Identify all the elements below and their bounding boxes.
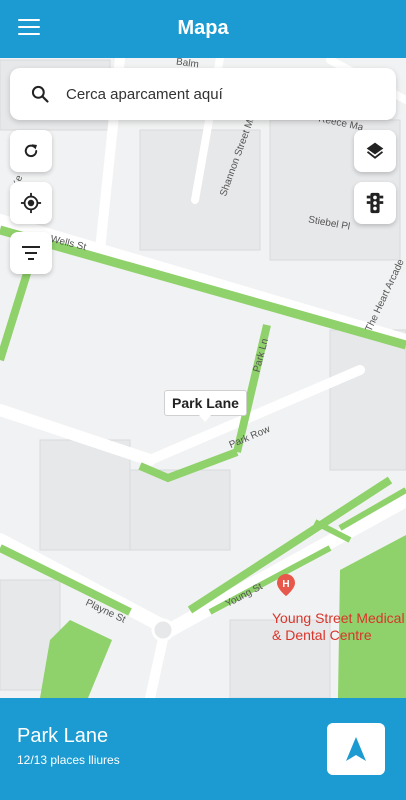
my-location-button[interactable] bbox=[10, 182, 52, 224]
poi-name-line2: & Dental Centre bbox=[272, 627, 372, 643]
app-bar: Mapa bbox=[0, 0, 406, 58]
filter-icon bbox=[22, 246, 40, 260]
refresh-button[interactable] bbox=[10, 130, 52, 172]
map-canvas bbox=[0, 58, 406, 698]
layers-icon bbox=[366, 142, 384, 159]
navigate-button[interactable] bbox=[327, 723, 385, 775]
poi-label[interactable]: Young Street Medical & Dental Centre bbox=[272, 610, 405, 644]
search-icon bbox=[31, 85, 49, 103]
navigation-arrow-icon bbox=[346, 737, 366, 761]
traffic-button[interactable] bbox=[354, 182, 396, 224]
map-view[interactable] bbox=[0, 58, 406, 698]
parking-name: Park Lane bbox=[17, 725, 109, 747]
parking-marker-label[interactable]: Park Lane bbox=[164, 390, 247, 422]
svg-text:H: H bbox=[282, 579, 289, 590]
search-bar[interactable] bbox=[10, 68, 396, 120]
search-input[interactable] bbox=[66, 80, 376, 108]
traffic-light-icon bbox=[366, 192, 384, 214]
parking-info-panel[interactable]: Park Lane 12/13 places lliures bbox=[0, 698, 406, 800]
page-title: Mapa bbox=[177, 17, 229, 39]
filter-button[interactable] bbox=[10, 232, 52, 274]
layers-button[interactable] bbox=[354, 130, 396, 172]
location-target-icon bbox=[20, 192, 42, 214]
parking-availability: 12/13 places lliures bbox=[17, 753, 120, 767]
refresh-icon bbox=[24, 144, 38, 158]
poi-name-line1: Young Street Medical bbox=[272, 610, 405, 626]
hospital-pin-icon[interactable]: H bbox=[277, 574, 295, 596]
